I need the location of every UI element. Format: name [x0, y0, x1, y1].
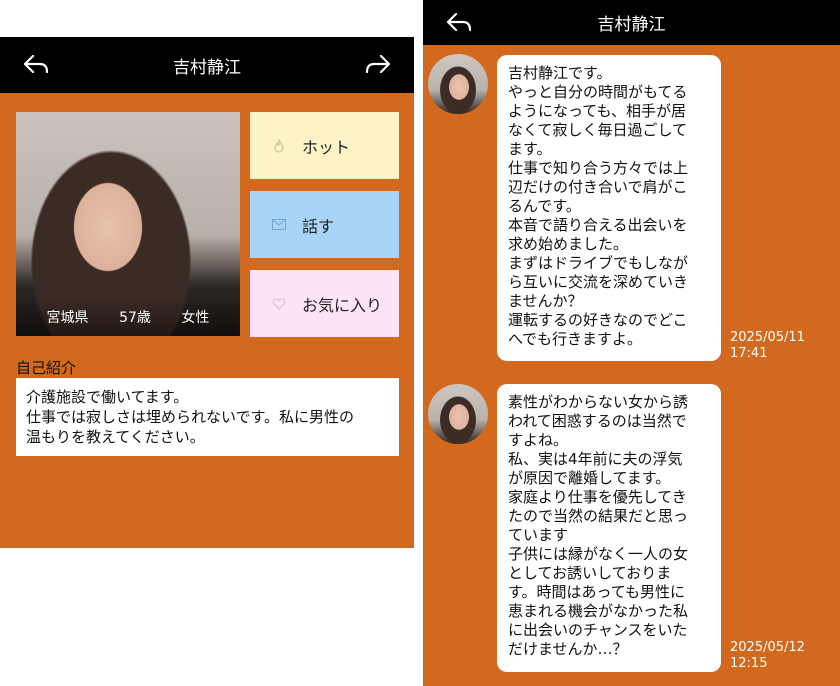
message-time: 17:41 — [730, 346, 768, 361]
message-line: としてお誘いしておりま — [508, 564, 672, 582]
chat-header: 吉村静江 — [423, 0, 840, 45]
message-line: たので当然の結果だと思っ — [508, 507, 689, 525]
message-line: へでも行きますよ。 — [508, 330, 642, 348]
message-line: に出会いのチャンスをいた — [508, 621, 688, 639]
chat-title: 吉村静江 — [597, 15, 666, 35]
message-bubble: 素性がわからない女から誘 われて困惑するのは当然で すよね。 私、実は4年前に夫… — [497, 384, 721, 672]
message-line: るんです。 — [508, 197, 581, 215]
message-line: まずはドライブでもしなが — [508, 254, 689, 272]
message-line: ます。 — [508, 140, 552, 158]
mail-icon — [272, 218, 286, 232]
message-date: 2025/05/11 — [730, 330, 805, 345]
talk-button[interactable]: 話す — [250, 191, 399, 258]
message-line: だけませんか…？ — [508, 640, 628, 658]
intro-heading: 自己紹介 — [16, 359, 77, 377]
region-tag: 宮城県 — [46, 310, 89, 326]
message-line: 家庭より仕事を優先してき — [508, 488, 687, 506]
message-line: ら互いに交流を深めていき — [508, 273, 689, 291]
hot-button[interactable]: ホット — [250, 112, 399, 179]
message-line: すよね。 — [508, 431, 569, 449]
chat-panel: 吉村静江 吉村静江です。 やっと自分の時間がもてる ようになっても、相手が居 な… — [423, 0, 840, 686]
intro-text-box: 介護施設で働いてます。 仕事では寂しさは埋められないです。私に男性の 温もりを教… — [16, 378, 399, 456]
message-line: やっと自分の時間がもてる — [508, 83, 688, 101]
message-timestamp: 2025/05/12 12:15 — [730, 640, 805, 672]
avatar[interactable] — [428, 384, 488, 444]
profile-tags: 宮城県 57歳 女性 — [16, 307, 240, 327]
age-tag: 57歳 — [119, 310, 151, 326]
message-line: 本音で語り合える出会いを — [508, 216, 688, 234]
intro-line: 温もりを教えてください。 — [26, 428, 205, 446]
message-line: なくて寂しく毎日過ごして — [508, 121, 688, 139]
intro-line: 介護施設で働いてます。 — [26, 388, 189, 406]
avatar[interactable] — [428, 54, 488, 114]
message-line: ようになっても、相手が居 — [508, 102, 687, 120]
message-bubble: 吉村静江です。 やっと自分の時間がもてる ようになっても、相手が居 なくて寂しく… — [497, 55, 721, 361]
favorite-button[interactable]: お気に入り — [250, 270, 399, 337]
message-line: 求め始めました。 — [508, 235, 629, 253]
back-arrow-icon[interactable] — [22, 37, 50, 93]
talk-button-label: 話す — [302, 216, 335, 236]
back-arrow-icon[interactable] — [445, 0, 473, 45]
message-line: 吉村静江です。 — [508, 64, 612, 82]
favorite-button-label: お気に入り — [302, 295, 383, 315]
share-arrow-icon[interactable] — [364, 37, 392, 93]
gender-tag: 女性 — [181, 310, 210, 326]
message-line: われて困惑するのは当然で — [508, 412, 687, 430]
message-line: が原因で離婚してます。 — [508, 469, 671, 487]
profile-photo[interactable]: 宮城県 57歳 女性 — [16, 112, 240, 336]
message-line: ています — [508, 526, 569, 544]
message-line: 運転するの好きなのでどこ — [508, 311, 688, 329]
message-line: 恵まれる機会がなかった私 — [508, 602, 689, 620]
message-line: 私、実は4年前に夫の浮気 — [508, 450, 683, 468]
message-date: 2025/05/12 — [730, 640, 805, 655]
message-line: 素性がわからない女から誘 — [508, 393, 689, 411]
heart-icon — [272, 297, 286, 311]
flame-icon — [272, 138, 286, 153]
message-line: す。時間はあっても男性に — [508, 583, 686, 601]
intro-line: 仕事では寂しさは埋められないです。私に男性の — [26, 408, 355, 426]
message-line: 子供には縁がなく一人の女 — [508, 545, 689, 563]
action-buttons: ホット 話す お気に入り — [250, 112, 399, 349]
message-line: ませんか？ — [508, 292, 583, 310]
message-line: 仕事で知り合う方々では上 — [508, 159, 689, 177]
message-timestamp: 2025/05/11 17:41 — [730, 330, 805, 362]
profile-name-title: 吉村静江 — [173, 57, 241, 78]
hot-button-label: ホット — [302, 137, 351, 157]
profile-header: 吉村静江 — [0, 37, 414, 93]
profile-panel: 吉村静江 宮城県 57歳 女性 ホット 話す お気に入り 自己紹介 介護施設で働… — [0, 37, 414, 548]
message-time: 12:15 — [730, 656, 768, 671]
message-line: 辺だけの付き合いで肩がこ — [508, 178, 688, 196]
